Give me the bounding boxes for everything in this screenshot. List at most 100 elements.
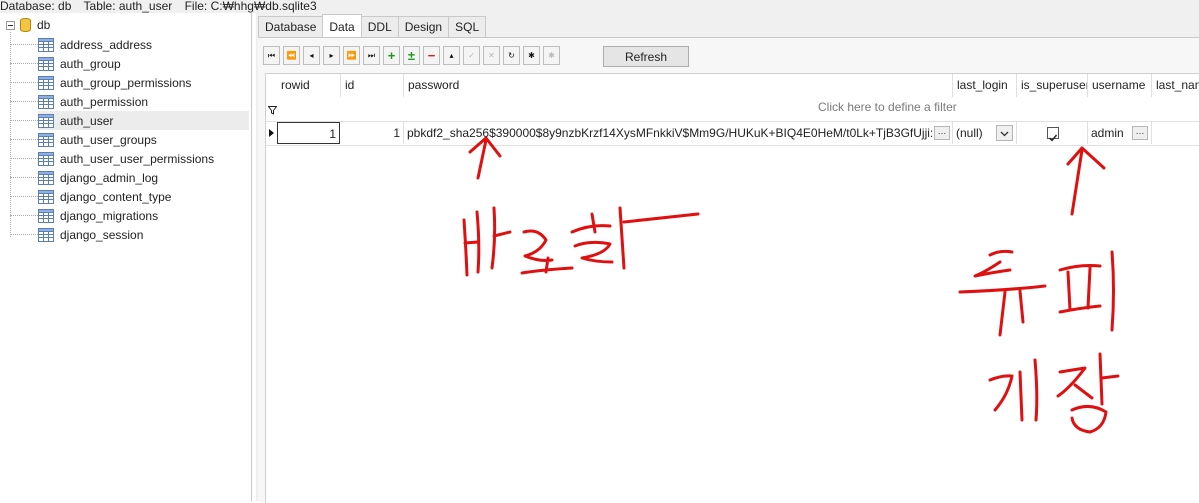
tree-connector [10, 234, 38, 235]
column-header-is-superuser[interactable]: is_superuser [1017, 74, 1088, 97]
tree-item-auth-permission[interactable]: auth_permission [38, 92, 249, 111]
tree-connector [10, 82, 38, 83]
column-header-username[interactable]: username [1088, 74, 1152, 97]
status-bar: Database: db Table: auth_user File: C:₩h… [0, 0, 1199, 13]
cell-password-value: pbkdf2_sha256$390000$8y9nzbKrzf14XysMFnk… [407, 126, 934, 140]
tree-item-auth-group[interactable]: auth_group [38, 54, 249, 73]
tree-connector [10, 139, 38, 140]
table-icon [38, 94, 54, 109]
tree-item-label: address_address [60, 37, 153, 52]
cancel-updates-button[interactable]: ✱ [543, 46, 560, 65]
tab-design[interactable]: Design [397, 16, 450, 37]
delete-record-button[interactable]: − [423, 46, 440, 65]
tree-item-label: auth_group_permissions [60, 75, 192, 90]
first-record-button[interactable]: ⏮ [263, 46, 280, 65]
cell-is-superuser[interactable] [1017, 122, 1088, 144]
column-header-rowid[interactable]: rowid [277, 74, 341, 97]
chevron-down-icon [1000, 131, 1009, 137]
cell-last-name[interactable] [1152, 122, 1199, 144]
tree-item-address-address[interactable]: address_address [38, 35, 249, 54]
tab-sql[interactable]: SQL [448, 16, 487, 37]
table-row[interactable]: 1 1 pbkdf2_sha256$390000$8y9nzbKrzf14Xys… [266, 121, 1199, 146]
tree-item-auth-user[interactable]: auth_user [38, 111, 249, 130]
refresh-data-icon-button[interactable]: ↻ [503, 46, 520, 65]
tab-bar: Database Data DDL Design SQL [258, 14, 487, 37]
tree-item-label: django_session [60, 227, 144, 242]
table-icon [38, 132, 54, 147]
filter-icon [268, 106, 277, 115]
database-icon [20, 18, 31, 32]
tree-root-label: db [37, 18, 51, 32]
status-file: File: C:₩hhg₩db.sqlite3 [184, 0, 317, 13]
cell-last-login-value: (null) [956, 126, 983, 140]
checkmark-icon [1049, 134, 1058, 142]
tab-ddl[interactable]: DDL [360, 16, 399, 37]
post-edit-button[interactable]: ✓ [463, 46, 480, 65]
table-icon [38, 56, 54, 71]
tree-root-db[interactable]: db [6, 17, 50, 33]
table-icon [38, 208, 54, 223]
tree-item-django-migrations[interactable]: django_migrations [38, 206, 249, 225]
cell-id[interactable]: 1 [341, 122, 404, 144]
password-ellipsis-button[interactable]: … [934, 126, 950, 140]
table-icon [38, 151, 54, 166]
tree-connector [10, 158, 38, 159]
status-database: Database: db [0, 0, 72, 13]
status-table: Table: auth_user [83, 0, 173, 13]
column-header-last-login[interactable]: last_login [953, 74, 1017, 97]
prior-record-button[interactable]: ◂ [303, 46, 320, 65]
insert-copy-button[interactable]: ± [403, 46, 420, 65]
cell-password[interactable]: pbkdf2_sha256$390000$8y9nzbKrzf14XysMFnk… [404, 122, 953, 144]
tree-connector [10, 196, 38, 197]
insert-record-button[interactable]: + [383, 46, 400, 65]
tree-item-django-session[interactable]: django_session [38, 225, 249, 244]
cell-username[interactable]: admin … [1088, 122, 1152, 144]
tab-data[interactable]: Data [322, 14, 362, 37]
tree-item-django-admin-log[interactable]: django_admin_log [38, 168, 249, 187]
last-record-button[interactable]: ⏭ [363, 46, 380, 65]
tree-item-label: django_content_type [60, 189, 172, 204]
data-grid: rowid id password last_login is_superuse… [265, 73, 1199, 503]
current-row-indicator-icon [269, 129, 274, 137]
next-record-button[interactable]: ▸ [323, 46, 340, 65]
is-superuser-checkbox[interactable] [1047, 127, 1059, 142]
tree-item-label: django_migrations [60, 208, 159, 223]
tree-connector [10, 101, 38, 102]
filter-placeholder[interactable]: Click here to define a filter [818, 100, 957, 114]
table-icon [38, 227, 54, 242]
cancel-edit-button[interactable]: ✕ [483, 46, 500, 65]
collapse-icon[interactable] [6, 20, 15, 30]
tree-connector [10, 44, 38, 45]
tree-connector [10, 63, 38, 64]
column-header-last-name[interactable]: last_nam [1152, 74, 1199, 97]
table-icon [38, 189, 54, 204]
tree-item-label: django_admin_log [60, 170, 159, 185]
refresh-button[interactable]: Refresh [603, 46, 689, 67]
data-tab-body: ⏮ ⏪ ◂ ▸ ⏩ ⏭ + ± − ▴ ✓ ✕ ↻ ✱ ✱ Refresh ro… [258, 37, 1199, 503]
tree-item-django-content-type[interactable]: django_content_type [38, 187, 249, 206]
cell-rowid[interactable]: 1 [277, 122, 340, 144]
edit-record-button[interactable]: ▴ [443, 46, 460, 65]
username-ellipsis-button[interactable]: … [1132, 126, 1148, 140]
cell-last-login[interactable]: (null) [953, 122, 1017, 144]
last-login-dropdown-button[interactable] [996, 125, 1013, 141]
tree-connector [10, 120, 38, 121]
column-header-id[interactable]: id [341, 74, 404, 97]
cell-username-value: admin [1091, 126, 1124, 140]
tree-item-label: auth_user_user_permissions [60, 151, 215, 166]
tree-item-auth-user-user-permissions[interactable]: auth_user_user_permissions [38, 149, 249, 168]
tree-item-label: auth_group [60, 56, 121, 71]
tree-item-auth-user-groups[interactable]: auth_user_groups [38, 130, 249, 149]
column-header-password[interactable]: password [404, 74, 953, 97]
main-panel: Database Data DDL Design SQL ⏮ ⏪ ◂ ▸ ⏩ ⏭ + ±… [256, 13, 1199, 503]
filter-row[interactable]: Click here to define a filter [266, 97, 1199, 116]
tree-item-label: auth_user_groups [60, 132, 157, 147]
prior-page-button[interactable]: ⏪ [283, 46, 300, 65]
tab-database[interactable]: Database [258, 16, 324, 37]
next-page-button[interactable]: ⏩ [343, 46, 360, 65]
tree-item-auth-group-permissions[interactable]: auth_group_permissions [38, 73, 249, 92]
navigator-toolbar: ⏮ ⏪ ◂ ▸ ⏩ ⏭ + ± − ▴ ✓ ✕ ↻ ✱ ✱ [263, 46, 563, 67]
tree-item-label: auth_permission [60, 94, 149, 109]
database-tree: db address_address auth_group auth_group_p… [0, 13, 252, 501]
apply-updates-button[interactable]: ✱ [523, 46, 540, 65]
